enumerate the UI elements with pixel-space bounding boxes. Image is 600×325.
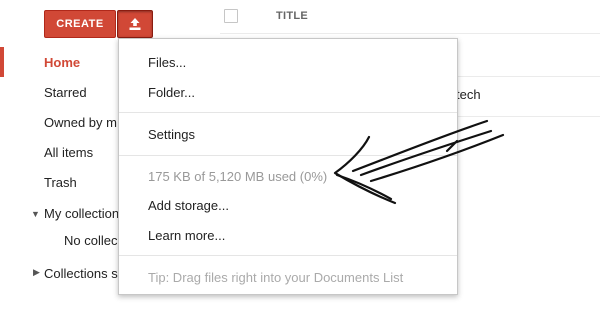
sidebar-item-all-items[interactable]: All items	[44, 145, 93, 160]
sidebar-item-no-collections: No collec	[64, 233, 118, 248]
sidebar-item-trash[interactable]: Trash	[44, 175, 77, 190]
document-list-header: TITLE	[220, 0, 600, 34]
menu-separator	[119, 112, 457, 113]
active-nav-marker	[0, 47, 4, 77]
document-title[interactable]: tech	[456, 87, 481, 102]
sidebar-item-my-collections[interactable]: My collection	[44, 206, 119, 221]
expand-triangle-icon[interactable]: ▶	[33, 267, 40, 278]
menu-item-files[interactable]: Files...	[148, 55, 186, 70]
drag-files-tip: Tip: Drag files right into your Document…	[148, 270, 404, 285]
upload-icon	[129, 18, 141, 30]
sidebar-item-collections-shared[interactable]: Collections s	[44, 266, 118, 281]
menu-item-folder[interactable]: Folder...	[148, 85, 195, 100]
menu-item-learn-more[interactable]: Learn more...	[148, 228, 225, 243]
menu-separator	[119, 255, 457, 256]
storage-usage-text: 175 KB of 5,120 MB used (0%)	[148, 169, 328, 184]
create-button[interactable]: CREATE	[44, 10, 116, 38]
title-column-header[interactable]: TITLE	[276, 10, 308, 22]
collapse-triangle-icon[interactable]: ▼	[31, 209, 40, 219]
sidebar-item-starred[interactable]: Starred	[44, 85, 87, 100]
menu-item-settings[interactable]: Settings	[148, 127, 195, 142]
sidebar-item-home[interactable]: Home	[44, 55, 80, 70]
select-all-checkbox[interactable]	[224, 9, 238, 23]
annotation-arrow-icon	[333, 119, 505, 205]
upload-button[interactable]	[117, 10, 153, 38]
menu-item-add-storage[interactable]: Add storage...	[148, 198, 229, 213]
sidebar-item-owned-by-me[interactable]: Owned by m	[44, 115, 117, 130]
